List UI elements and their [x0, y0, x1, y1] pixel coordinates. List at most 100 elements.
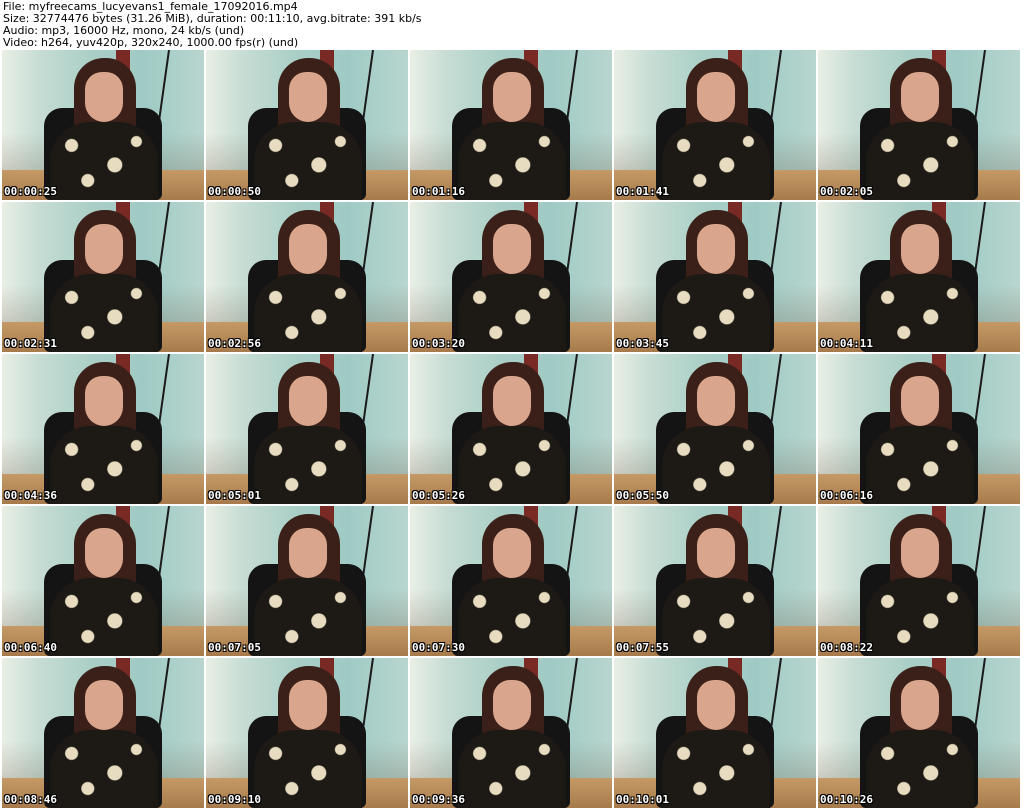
video-info-line: Video: h264, yuv420p, 320x240, 1000.00 f…: [3, 36, 299, 49]
person-face: [85, 72, 123, 122]
thumbnail-timestamp: 00:09:36: [412, 793, 465, 806]
video-thumbnail: 00:04:11: [818, 202, 1020, 352]
video-thumbnail: 00:02:56: [206, 202, 408, 352]
video-thumbnail: 00:05:50: [614, 354, 816, 504]
thumbnail-timestamp: 00:07:05: [208, 641, 261, 654]
thumbnail-timestamp: 00:06:40: [4, 641, 57, 654]
video-thumbnail: 00:09:10: [206, 658, 408, 808]
person-face: [493, 224, 531, 274]
video-thumbnail: 00:07:05: [206, 506, 408, 656]
thumbnail-timestamp: 00:05:01: [208, 489, 261, 502]
person-dress: [458, 426, 566, 504]
person-face: [289, 680, 327, 730]
person-face: [85, 528, 123, 578]
person-face: [85, 680, 123, 730]
video-thumbnail: 00:01:41: [614, 50, 816, 200]
video-thumbnail: 00:01:16: [410, 50, 612, 200]
video-thumbnail: 00:07:30: [410, 506, 612, 656]
video-thumbnail: 00:10:01: [614, 658, 816, 808]
file-info-header: File: myfreecams_lucyevans1_female_17092…: [0, 0, 1024, 50]
thumbnail-timestamp: 00:03:45: [616, 337, 669, 350]
video-thumbnail: 00:07:55: [614, 506, 816, 656]
person-dress: [866, 426, 974, 504]
person-dress: [662, 578, 770, 656]
thumbnail-timestamp: 00:01:41: [616, 185, 669, 198]
thumbnail-timestamp: 00:10:01: [616, 793, 669, 806]
person-face: [901, 72, 939, 122]
person-dress: [254, 274, 362, 352]
person-dress: [254, 730, 362, 808]
video-thumbnail: 00:08:46: [2, 658, 204, 808]
thumbnail-timestamp: 00:02:31: [4, 337, 57, 350]
person-dress: [458, 730, 566, 808]
video-thumbnail: 00:05:26: [410, 354, 612, 504]
thumbnail-timestamp: 00:10:26: [820, 793, 873, 806]
person-dress: [662, 730, 770, 808]
person-dress: [50, 730, 158, 808]
person-face: [697, 680, 735, 730]
video-thumbnail: 00:02:05: [818, 50, 1020, 200]
video-thumbnail: 00:02:31: [2, 202, 204, 352]
person-face: [697, 376, 735, 426]
person-face: [697, 72, 735, 122]
thumbnail-timestamp: 00:00:25: [4, 185, 57, 198]
video-thumbnail: 00:09:36: [410, 658, 612, 808]
thumbnail-timestamp: 00:04:11: [820, 337, 873, 350]
person-dress: [458, 578, 566, 656]
thumbnail-timestamp: 00:08:46: [4, 793, 57, 806]
thumbnail-timestamp: 00:07:55: [616, 641, 669, 654]
person-dress: [866, 730, 974, 808]
thumbnail-timestamp: 00:05:26: [412, 489, 465, 502]
person-dress: [254, 426, 362, 504]
person-face: [901, 680, 939, 730]
person-dress: [254, 122, 362, 200]
person-face: [697, 224, 735, 274]
person-face: [289, 528, 327, 578]
person-face: [85, 224, 123, 274]
person-face: [493, 72, 531, 122]
video-thumbnail: 00:00:50: [206, 50, 408, 200]
person-face: [697, 528, 735, 578]
video-thumbnail: 00:04:36: [2, 354, 204, 504]
video-thumbnail: 00:06:16: [818, 354, 1020, 504]
person-dress: [50, 426, 158, 504]
person-dress: [662, 274, 770, 352]
video-thumbnail: 00:03:45: [614, 202, 816, 352]
person-face: [85, 376, 123, 426]
person-face: [493, 680, 531, 730]
person-dress: [662, 426, 770, 504]
thumbnail-grid: 00:00:25 00:00:50 00:01:16 00:01:41 00:02:05…: [0, 50, 1024, 811]
thumbnail-timestamp: 00:01:16: [412, 185, 465, 198]
thumbnail-timestamp: 00:00:50: [208, 185, 261, 198]
thumbnail-timestamp: 00:05:50: [616, 489, 669, 502]
video-thumbnail: 00:10:26: [818, 658, 1020, 808]
thumbnail-timestamp: 00:08:22: [820, 641, 873, 654]
video-thumbnail: 00:05:01: [206, 354, 408, 504]
person-face: [289, 376, 327, 426]
person-dress: [50, 578, 158, 656]
video-thumbnail: 00:00:25: [2, 50, 204, 200]
person-dress: [458, 274, 566, 352]
person-face: [493, 376, 531, 426]
person-face: [289, 72, 327, 122]
person-dress: [458, 122, 566, 200]
person-face: [289, 224, 327, 274]
person-dress: [50, 122, 158, 200]
person-face: [901, 376, 939, 426]
video-thumbnail: 00:03:20: [410, 202, 612, 352]
person-dress: [866, 274, 974, 352]
person-face: [493, 528, 531, 578]
thumbnail-timestamp: 00:02:05: [820, 185, 873, 198]
person-face: [901, 224, 939, 274]
thumbnail-timestamp: 00:09:10: [208, 793, 261, 806]
person-face: [901, 528, 939, 578]
person-dress: [866, 122, 974, 200]
thumbnail-timestamp: 00:07:30: [412, 641, 465, 654]
thumbnail-timestamp: 00:02:56: [208, 337, 261, 350]
video-thumbnail: 00:08:22: [818, 506, 1020, 656]
person-dress: [254, 578, 362, 656]
video-thumbnail: 00:06:40: [2, 506, 204, 656]
thumbnail-timestamp: 00:04:36: [4, 489, 57, 502]
person-dress: [662, 122, 770, 200]
person-dress: [50, 274, 158, 352]
